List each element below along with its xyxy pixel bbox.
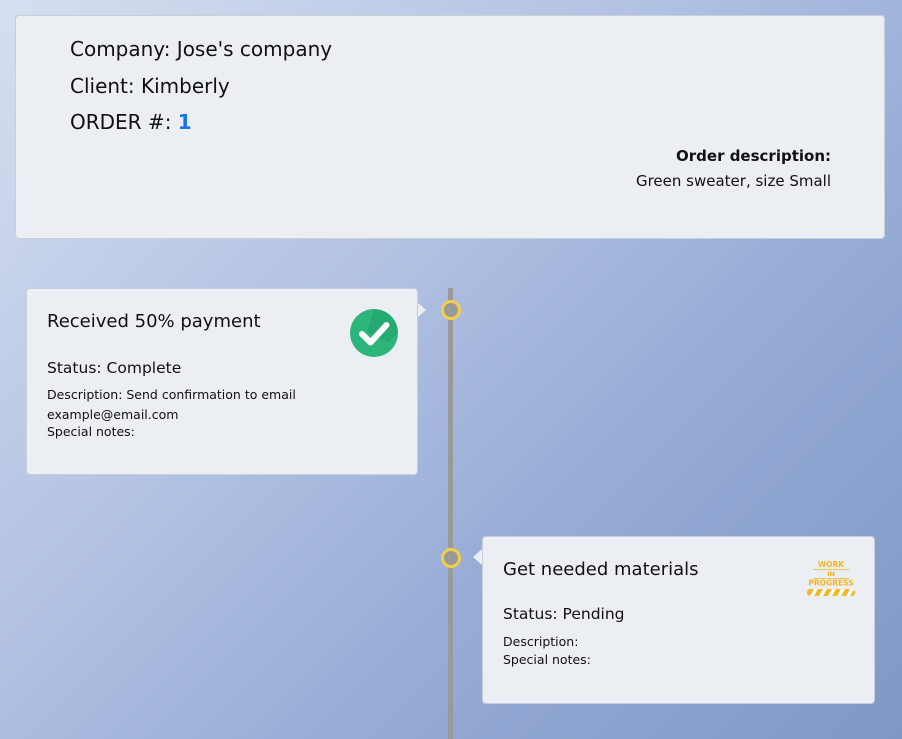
wip-badge-line: PROGRESS: [808, 579, 853, 588]
timeline-dot: [441, 300, 461, 320]
step-description: Description: Send confirmation to email …: [47, 387, 296, 422]
step-description: Description:: [503, 634, 579, 649]
company-label: Company:: [70, 37, 171, 61]
order-number: 1: [177, 110, 192, 134]
step-status: Status: Pending: [503, 605, 625, 623]
step-title: Get needed materials: [503, 559, 699, 580]
timeline-dot: [441, 548, 461, 568]
step-card-received-payment: Received 50% payment Status: Complete De…: [26, 288, 418, 475]
wip-badge-line: IN: [827, 570, 835, 578]
step-card-get-materials: Get needed materials WORK IN PROGRESS St…: [482, 536, 875, 704]
step-special-notes: Special notes:: [47, 424, 135, 439]
company-line: Company: Jose's company: [70, 37, 332, 61]
wip-badge-line: WORK: [818, 560, 845, 569]
client-line: Client: Kimberly: [70, 74, 230, 98]
order-description-title: Order description:: [676, 147, 831, 165]
step-special-notes: Special notes:: [503, 652, 591, 667]
client-label: Client:: [70, 74, 135, 98]
company-value: Jose's company: [176, 37, 333, 61]
order-label: ORDER #:: [70, 110, 172, 134]
client-value: Kimberly: [141, 74, 230, 98]
check-circle-icon: [350, 309, 398, 357]
step-status: Status: Complete: [47, 359, 182, 377]
order-header-card: Company: Jose's company Client: Kimberly…: [15, 15, 885, 239]
timeline-line: [448, 288, 453, 739]
order-description-text: Green sweater, size Small: [635, 172, 831, 190]
step-card-pointer: [473, 549, 482, 565]
work-in-progress-icon: WORK IN PROGRESS: [807, 560, 855, 596]
step-title: Received 50% payment: [47, 311, 261, 332]
step-card-pointer: [417, 302, 426, 318]
order-line: ORDER #: 1: [70, 110, 192, 134]
